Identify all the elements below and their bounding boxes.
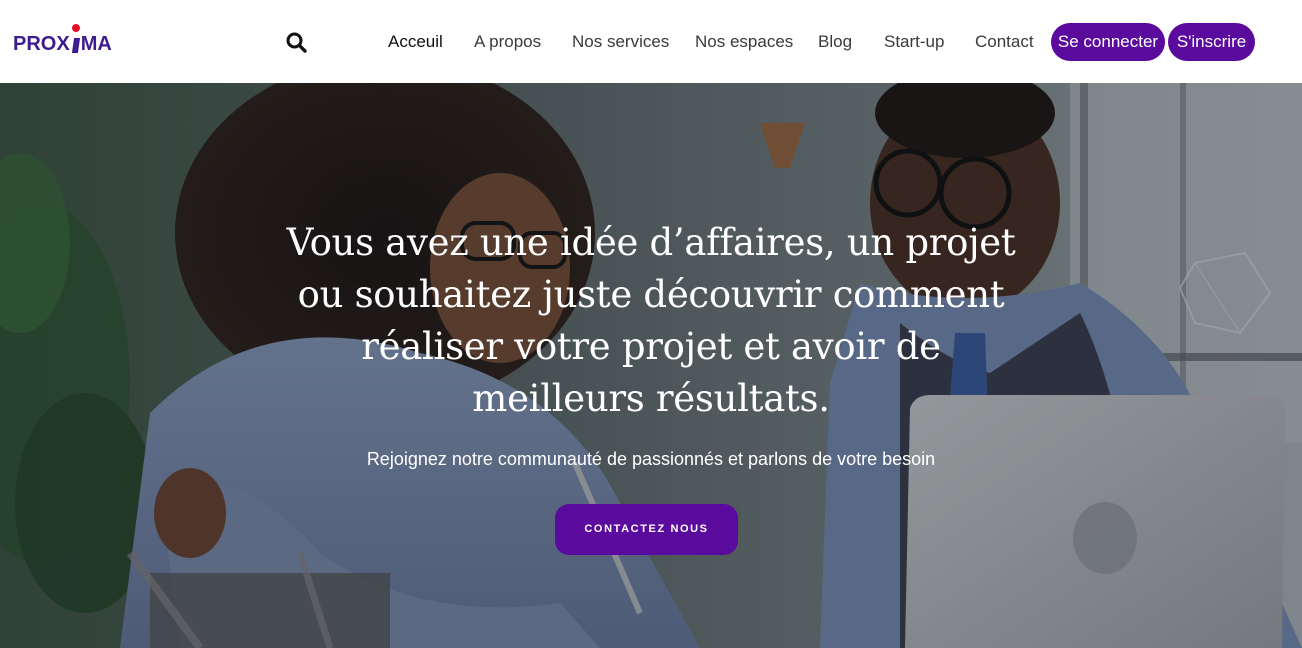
login-button[interactable]: Se connecter	[1051, 23, 1165, 61]
hero-subtitle: Rejoignez notre communauté de passionnés…	[366, 449, 936, 469]
hero-headline-line-4: meilleurs résultats.	[472, 377, 830, 420]
hero-headline-line-3: réaliser votre projet et avoir de	[361, 325, 941, 368]
nav-item-contact[interactable]: Contact	[975, 31, 1034, 53]
nav-item-a-propos[interactable]: A propos	[474, 31, 541, 53]
site-header: PROX MA Acceuil A propos Nos services No…	[0, 0, 1302, 83]
logo-text-end: MA	[80, 33, 112, 55]
proxima-logo[interactable]: PROX MA	[13, 24, 112, 58]
hero-headline-line-1: Vous avez une idée d’affaires, un projet	[286, 221, 1016, 264]
logo-red-dot	[71, 24, 80, 32]
logo-i-stem	[71, 38, 80, 53]
contact-us-button[interactable]: CONTACTEZ NOUS	[555, 504, 738, 555]
logo-i-mark	[71, 24, 80, 58]
nav-item-start-up[interactable]: Start-up	[884, 31, 944, 53]
logo-text-start: PROX	[13, 33, 70, 55]
hero-section: Vous avez une idée d’affaires, un projet…	[0, 83, 1302, 648]
nav-item-nos-espaces[interactable]: Nos espaces	[695, 31, 793, 53]
hero-headline: Vous avez une idée d’affaires, un projet…	[240, 217, 1062, 425]
signup-button[interactable]: S'inscrire	[1168, 23, 1255, 61]
search-icon	[286, 32, 307, 53]
nav-item-acceuil[interactable]: Acceuil	[388, 31, 443, 53]
search-button[interactable]	[284, 30, 310, 56]
hero-headline-line-2: ou souhaitez juste découvrir comment	[297, 273, 1005, 316]
nav-item-nos-services[interactable]: Nos services	[572, 31, 669, 53]
nav-item-blog[interactable]: Blog	[818, 31, 852, 53]
